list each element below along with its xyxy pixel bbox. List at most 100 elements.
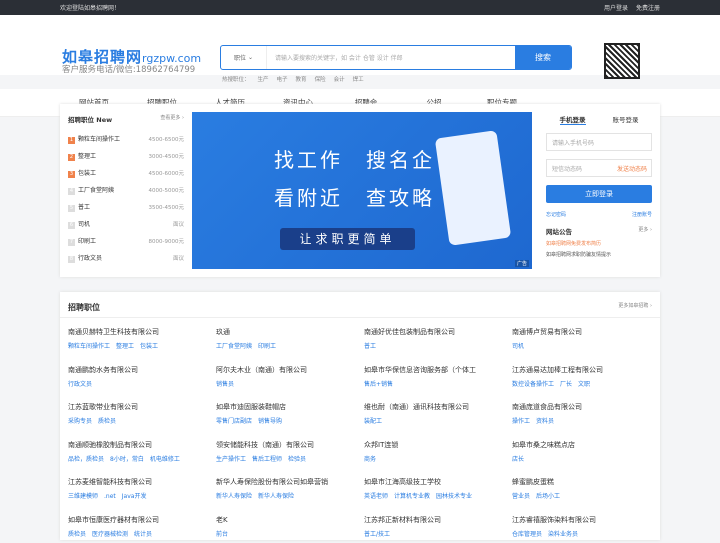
company-name[interactable]: 如皋市华保信息咨询服务部（个体工 (364, 365, 512, 375)
sms-code-input[interactable]: 短信动态码发送动态码 (546, 159, 652, 177)
position-link[interactable]: 操作工 (512, 418, 530, 425)
position-link[interactable]: 仓库管理员 (512, 531, 542, 538)
position-link[interactable]: 行政文员 (68, 381, 92, 388)
company-name[interactable]: 如皋市桑之味糕点店 (512, 440, 660, 450)
position-link[interactable]: 采购专员 (68, 418, 92, 425)
user-login-link[interactable]: 用户登录 (604, 5, 628, 12)
position-link[interactable]: 售后工程师 (252, 456, 282, 463)
position-link[interactable]: 包装工 (140, 343, 158, 350)
position-link[interactable]: 园林技术专业 (436, 493, 472, 500)
company-name[interactable]: 南通博卢贸易有限公司 (512, 327, 660, 337)
hot-job-row[interactable]: 1颗粒车间操作工4500-6500元 (68, 130, 184, 147)
position-link[interactable]: 普工/技工 (364, 531, 390, 538)
position-link[interactable]: 品检，质检员 (68, 456, 104, 463)
position-link[interactable]: 印刷工 (258, 343, 276, 350)
position-link[interactable]: 质检员 (98, 418, 116, 425)
company-name[interactable]: 维也耐（南通）通讯科技有限公司 (364, 402, 512, 412)
position-link[interactable]: 质检员 (68, 531, 86, 538)
position-link[interactable]: 后场小工 (536, 493, 560, 500)
position-link[interactable]: 数控设备操作工 (512, 381, 554, 388)
phone-input[interactable]: 请输入手机号码 (546, 133, 652, 151)
position-link[interactable]: 前台 (216, 531, 228, 538)
hot-job-row[interactable]: 4工厂食堂阿姨4000-5000元 (68, 181, 184, 198)
position-link[interactable]: Java开发 (122, 493, 147, 500)
position-link[interactable]: 染料业务员 (548, 531, 578, 538)
hot-search-link[interactable]: 焊工 (353, 77, 364, 83)
hot-search-link[interactable]: 保险 (315, 77, 326, 83)
position-link[interactable]: .net (104, 493, 116, 500)
company-name[interactable]: 江苏邦正新材料有限公司 (364, 515, 512, 525)
position-link[interactable]: 计算机专业教 (394, 493, 430, 500)
position-link[interactable]: 整理工 (116, 343, 134, 350)
position-link[interactable]: 营业员 (512, 493, 530, 500)
send-code-button[interactable]: 发送动态码 (617, 164, 651, 173)
notice-item[interactable]: 如皋招聘网求职防骗友情提示 (546, 251, 652, 258)
company-name[interactable]: 南通好优佳包装制品有限公司 (364, 327, 512, 337)
hot-job-row[interactable]: 3包装工4500-6000元 (68, 164, 184, 181)
position-link[interactable]: 司机 (512, 343, 524, 350)
position-link[interactable]: 销售员 (216, 381, 234, 388)
position-link[interactable]: 工厂食堂阿姨 (216, 343, 252, 350)
hot-job-row[interactable]: 8行政文员面议 (68, 249, 184, 266)
company-name[interactable]: 蜂蜜鹏皮蛋糕 (512, 477, 660, 487)
position-link[interactable]: 检验员 (288, 456, 306, 463)
position-link[interactable]: 新华人寿保险 (216, 493, 252, 500)
company-name[interactable]: 如皋市江海高级技工学校 (364, 477, 512, 487)
position-link[interactable]: 医疗器械检测 (92, 531, 128, 538)
job-list-more[interactable]: 更多如皋招聘 › (618, 302, 652, 317)
banner-ad[interactable]: 找工作 搜名企 看附近 查攻略 让求职更简单 广告 (192, 112, 532, 269)
position-link[interactable]: 装配工 (364, 418, 382, 425)
position-link[interactable]: 售后+销售 (364, 381, 393, 388)
forgot-password-link[interactable]: 忘记密码 (546, 211, 566, 218)
company-name[interactable]: 如皋市迪固服装鞋帽店 (216, 402, 364, 412)
position-link[interactable]: 零售门店副店 (216, 418, 252, 425)
hot-job-row[interactable]: 7印刷工8000-9000元 (68, 232, 184, 249)
company-name[interactable]: 阿尔夫木业（南通）有限公司 (216, 365, 364, 375)
position-link[interactable]: 厂长 (560, 381, 572, 388)
company-name[interactable]: 众邦IT连锁 (364, 440, 512, 450)
company-name[interactable]: 江苏睿禧服饰染料有限公司 (512, 515, 660, 525)
hot-search-link[interactable]: 生产 (258, 77, 269, 83)
company-name[interactable]: 玖通 (216, 327, 364, 337)
position-link[interactable]: 销售导购 (258, 418, 282, 425)
company-name[interactable]: 老K (216, 515, 364, 525)
company-name[interactable]: 南通鹏韵水务有限公司 (68, 365, 216, 375)
position-link[interactable]: 店长 (512, 456, 524, 463)
position-link[interactable]: 新华人寿保险 (258, 493, 294, 500)
tab-phone-login[interactable]: 手机登录 (560, 114, 586, 125)
search-type-select[interactable]: 职位 ⌄ (221, 46, 267, 69)
company-name[interactable]: 江苏通易达加棒工程有限公司 (512, 365, 660, 375)
position-link[interactable]: 文职 (578, 381, 590, 388)
position-link[interactable]: 英语老师 (364, 493, 388, 500)
hot-job-row[interactable]: 6司机面议 (68, 215, 184, 232)
company-name[interactable]: 如皋市恒康医疗器材有限公司 (68, 515, 216, 525)
hot-search-link[interactable]: 会计 (334, 77, 345, 83)
register-account-link[interactable]: 注册账号 (632, 211, 652, 218)
company-name[interactable]: 新华人寿保险股份有限公司如皋营销 (216, 477, 364, 487)
company-name[interactable]: 南通贝赫特卫生科技有限公司 (68, 327, 216, 337)
company-name[interactable]: 江苏麦维智能科技有限公司 (68, 477, 216, 487)
company-name[interactable]: 领安储能科技（南通）有限公司 (216, 440, 364, 450)
company-name[interactable]: 南通顺驰橡胶制品有限公司 (68, 440, 216, 450)
login-button[interactable]: 立即登录 (546, 185, 652, 203)
hot-job-row[interactable]: 2整理工3000-4500元 (68, 147, 184, 164)
position-link[interactable]: 颗粒车间操作工 (68, 343, 110, 350)
search-button[interactable]: 搜索 (515, 46, 571, 69)
position-link[interactable]: 资料员 (536, 418, 554, 425)
company-name[interactable]: 江苏蓝歌带业有限公司 (68, 402, 216, 412)
position-link[interactable]: 普工 (364, 343, 376, 350)
hot-search-link[interactable]: 电子 (277, 77, 288, 83)
position-link[interactable]: 商务 (364, 456, 376, 463)
position-link[interactable]: 机电维修工 (150, 456, 180, 463)
position-link[interactable]: 生产操作工 (216, 456, 246, 463)
position-link[interactable]: 统计员 (134, 531, 152, 538)
notice-item[interactable]: 如皋招聘网免费发布简历 (546, 240, 652, 247)
position-link[interactable]: 三维建模师 (68, 493, 98, 500)
hot-job-row[interactable]: 5普工3500-4500元 (68, 198, 184, 215)
position-link[interactable]: 8小时，常白 (110, 456, 144, 463)
company-name[interactable]: 南通庞道食品有限公司 (512, 402, 660, 412)
hot-search-link[interactable]: 教育 (296, 77, 307, 83)
tab-account-login[interactable]: 账号登录 (613, 114, 639, 125)
search-input[interactable]: 请输入要搜索的关键字，如 会计 仓管 设计 伴郎 (267, 46, 515, 69)
register-link[interactable]: 免费注册 (636, 5, 660, 12)
